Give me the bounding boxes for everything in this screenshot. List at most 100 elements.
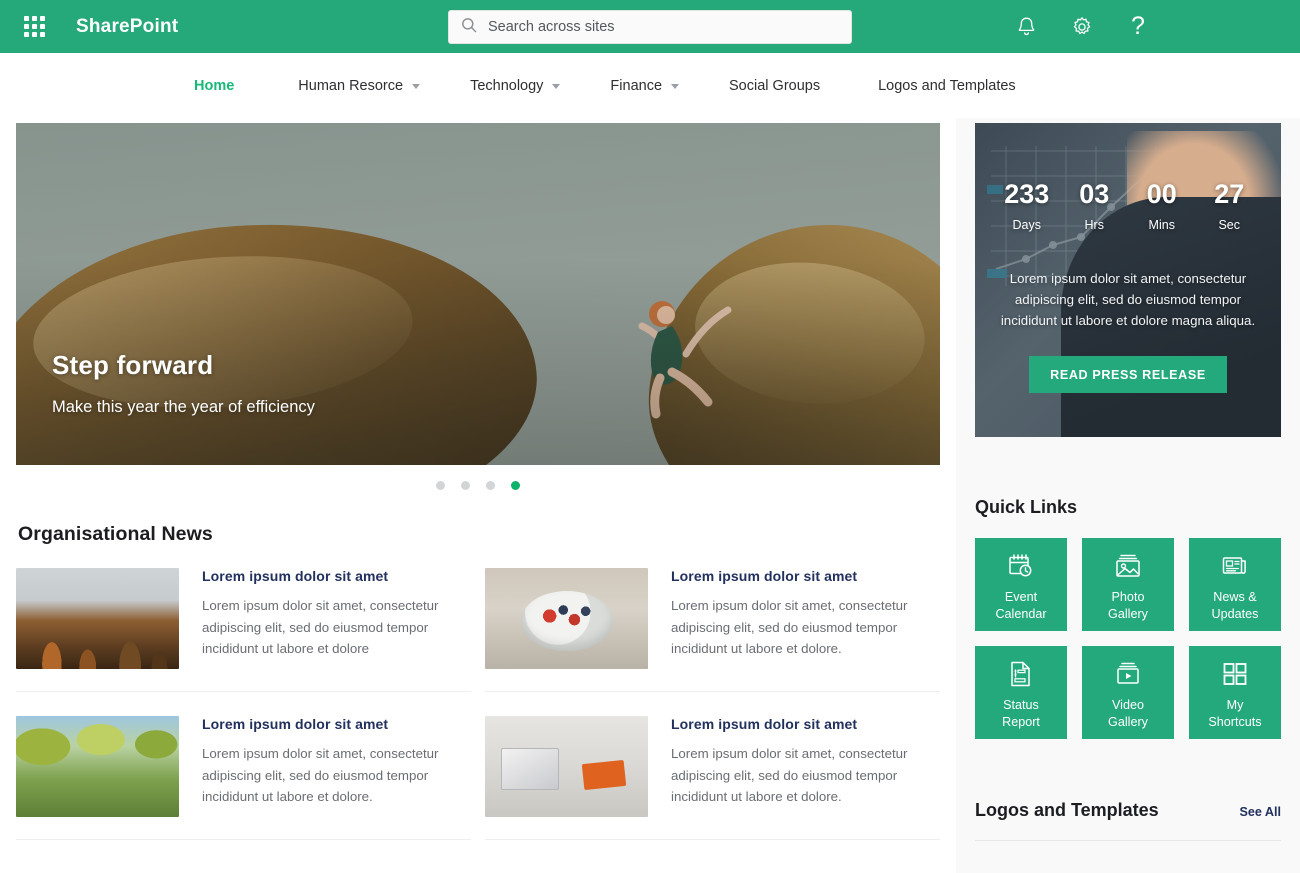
countdown-hrs-value: 03 — [1079, 179, 1110, 209]
chevron-down-icon — [412, 84, 421, 89]
hero-subtitle: Make this year the year of efficiency — [52, 398, 315, 416]
nav-item-logos-and-templates-label: Logos and Templates — [878, 77, 1016, 94]
countdown-sec-value: 27 — [1214, 179, 1245, 209]
app-launcher-waffle-icon[interactable] — [24, 15, 46, 38]
main-content-column: Step forward Make this year the year of … — [0, 118, 956, 840]
news-cell: Lorem ipsum dolor sit amet Lorem ipsum d… — [16, 692, 471, 840]
nav-item-human-resorce-label: Human Resorce — [298, 77, 404, 94]
news-summary: Lorem ipsum dolor sit amet, consectetur … — [202, 746, 439, 805]
countdown-unit-days: 233 Days — [993, 179, 1061, 233]
nav-item-human-resorce[interactable]: Human Resorce — [284, 78, 434, 94]
page-title: Organisational News — [18, 523, 213, 545]
chevron-down-icon — [671, 84, 680, 89]
video-play-icon — [1117, 662, 1139, 684]
nav-item-home-label: Home — [194, 77, 235, 94]
countdown-description: Lorem ipsum dolor sit amet, consectetur … — [1000, 271, 1256, 328]
nav-item-technology-label: Technology — [470, 77, 544, 94]
calendar-clock-icon — [1009, 554, 1032, 577]
read-press-release-button[interactable]: READ PRESS RELEASE — [1029, 356, 1227, 393]
news-headline[interactable]: Lorem ipsum dolor sit amet — [671, 716, 940, 732]
search-box[interactable] — [448, 10, 852, 44]
news-headline[interactable]: Lorem ipsum dolor sit amet — [202, 568, 471, 584]
countdown-unit-mins: 00 Mins — [1128, 179, 1196, 233]
countdown-days-label: Days — [1012, 218, 1041, 232]
news-thumbnail-desk-laptop-photo — [485, 716, 648, 817]
news-card-4[interactable]: Lorem ipsum dolor sit amet Lorem ipsum d… — [485, 716, 940, 817]
quick-link-video-gallery[interactable]: Video Gallery — [1082, 646, 1174, 739]
notifications-bell-icon[interactable] — [1012, 13, 1040, 41]
nav-item-home[interactable]: Home — [180, 78, 248, 94]
carousel-dot-3[interactable] — [486, 481, 495, 490]
nav-item-social-groups[interactable]: Social Groups — [715, 78, 834, 94]
search-input[interactable] — [488, 19, 839, 35]
countdown-hrs-label: Hrs — [1084, 218, 1104, 232]
nav-item-logos-and-templates[interactable]: Logos and Templates — [864, 78, 1030, 94]
grid-squares-icon — [1223, 662, 1247, 685]
news-cell: Lorem ipsum dolor sit amet Lorem ipsum d… — [485, 568, 940, 692]
countdown-days-value: 233 — [1004, 179, 1050, 209]
news-grid: Lorem ipsum dolor sit amet Lorem ipsum d… — [16, 568, 940, 840]
right-sidebar: 233 Days 03 Hrs 00 Mins 27 Sec Lorem ips… — [956, 118, 1300, 873]
quick-link-news-updates[interactable]: News & Updates — [1189, 538, 1281, 631]
countdown-press-release-card: 233 Days 03 Hrs 00 Mins 27 Sec Lorem ips… — [975, 123, 1281, 437]
quick-link-photo-gallery[interactable]: Photo Gallery — [1082, 538, 1174, 631]
quick-link-status-report[interactable]: Status Report — [975, 646, 1067, 739]
carousel-dot-2[interactable] — [461, 481, 470, 490]
photo-image-icon — [1116, 554, 1140, 577]
countdown-unit-sec: 27 Sec — [1196, 179, 1264, 233]
news-headline[interactable]: Lorem ipsum dolor sit amet — [202, 716, 471, 732]
nav-item-finance-label: Finance — [610, 77, 663, 94]
news-card-1[interactable]: Lorem ipsum dolor sit amet Lorem ipsum d… — [16, 568, 471, 669]
countdown-sec-label: Sec — [1218, 218, 1241, 232]
quick-links-grid: Event Calendar Photo Gallery News & Upda… — [975, 538, 1281, 739]
primary-navigation: Home Human Resorce Technology Finance So… — [0, 53, 1300, 118]
logos-templates-title: Logos and Templates — [975, 800, 1159, 820]
news-card-3[interactable]: Lorem ipsum dolor sit amet Lorem ipsum d… — [16, 716, 471, 817]
carousel-dot-4-active[interactable] — [511, 481, 520, 490]
carousel-dot-1[interactable] — [436, 481, 445, 490]
news-cell: Lorem ipsum dolor sit amet Lorem ipsum d… — [16, 568, 471, 692]
nav-item-finance[interactable]: Finance — [596, 78, 693, 94]
quick-link-label: News & Updates — [1211, 589, 1259, 621]
news-summary: Lorem ipsum dolor sit amet, consectetur … — [671, 598, 908, 657]
carousel-dot-group — [16, 481, 940, 490]
news-headline[interactable]: Lorem ipsum dolor sit amet — [671, 568, 940, 584]
countdown-mins-label: Mins — [1148, 218, 1175, 232]
nav-item-technology[interactable]: Technology — [456, 78, 574, 94]
hero-carousel[interactable]: Step forward Make this year the year of … — [16, 123, 940, 465]
nav-item-social-groups-label: Social Groups — [729, 77, 821, 94]
header-icon-group: ? — [1012, 13, 1152, 41]
quick-link-label: Status Report — [1002, 697, 1040, 729]
quick-link-event-calendar[interactable]: Event Calendar — [975, 538, 1067, 631]
help-question-icon[interactable]: ? — [1124, 13, 1152, 41]
logos-templates-header: Logos and Templates See All — [975, 800, 1281, 821]
chevron-down-icon — [552, 84, 561, 89]
document-report-icon — [1011, 661, 1030, 687]
logos-templates-divider — [975, 840, 1281, 841]
countdown-timer: 233 Days 03 Hrs 00 Mins 27 Sec — [993, 179, 1264, 233]
quick-links-title: Quick Links — [975, 497, 1078, 517]
news-thumbnail-park-family-photo — [16, 716, 179, 817]
see-all-link[interactable]: See All — [1239, 805, 1281, 819]
news-summary: Lorem ipsum dolor sit amet, consectetur … — [202, 598, 439, 657]
news-cell: Lorem ipsum dolor sit amet Lorem ipsum d… — [485, 692, 940, 840]
help-question-glyph: ? — [1131, 12, 1145, 40]
quick-link-label: Event Calendar — [995, 589, 1047, 621]
sharepoint-brand-logo[interactable]: SharePoint — [76, 16, 178, 38]
countdown-unit-hrs: 03 Hrs — [1061, 179, 1129, 233]
newspaper-icon — [1222, 557, 1246, 574]
search-icon — [461, 17, 477, 38]
news-thumbnail-forest-birds-photo — [16, 568, 179, 669]
hero-text-block: Step forward Make this year the year of … — [52, 350, 315, 417]
quick-link-label: My Shortcuts — [1208, 697, 1262, 729]
top-header-bar: SharePoint ? — [0, 0, 1300, 53]
news-summary: Lorem ipsum dolor sit amet, consectetur … — [671, 746, 908, 805]
page-body: Step forward Make this year the year of … — [0, 118, 1300, 873]
quick-link-label: Video Gallery — [1108, 697, 1148, 729]
settings-gear-icon[interactable] — [1068, 13, 1096, 41]
countdown-mins-value: 00 — [1146, 179, 1177, 209]
hero-title: Step forward — [52, 350, 214, 380]
news-thumbnail-berries-bowl-photo — [485, 568, 648, 669]
news-card-2[interactable]: Lorem ipsum dolor sit amet Lorem ipsum d… — [485, 568, 940, 669]
quick-link-my-shortcuts[interactable]: My Shortcuts — [1189, 646, 1281, 739]
